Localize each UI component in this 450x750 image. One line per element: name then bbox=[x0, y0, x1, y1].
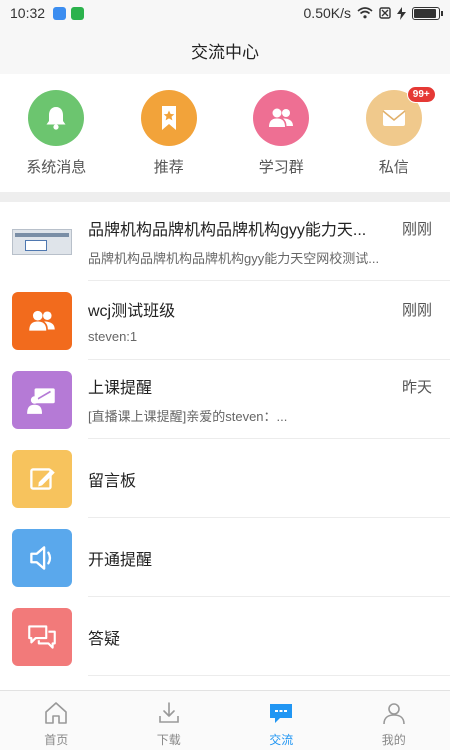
status-bar: 10:32 0.50K/s bbox=[0, 0, 450, 26]
group-icon bbox=[253, 90, 310, 146]
message-title: 品牌机构品牌机构品牌机构gyy能力天... bbox=[88, 222, 367, 239]
list-item[interactable]: wcj测试班级 刚刚 steven:1 bbox=[0, 281, 450, 360]
message-time: 昨天 bbox=[401, 378, 432, 396]
bottom-nav: 首页 下载 交流 我的 bbox=[0, 690, 450, 750]
message-time: 刚刚 bbox=[401, 301, 432, 319]
message-list: 品牌机构品牌机构品牌机构gyy能力天... 刚刚 品牌机构品牌机构品牌机构gyy… bbox=[0, 202, 450, 676]
edit-note-icon bbox=[12, 449, 72, 508]
mail-icon: 99+ bbox=[365, 86, 436, 146]
section-divider bbox=[0, 192, 450, 202]
list-item[interactable]: 留言板 bbox=[0, 439, 450, 518]
unread-badge: 99+ bbox=[406, 86, 436, 103]
profile-icon bbox=[382, 703, 405, 725]
network-speed: 0.50K/s bbox=[303, 5, 351, 21]
usb-icon bbox=[53, 6, 67, 20]
quick-label: 学习群 bbox=[258, 159, 304, 176]
message-title: 开通提醒 bbox=[88, 551, 153, 569]
chat-bubbles-icon bbox=[12, 607, 72, 666]
status-right: 0.50K/s bbox=[303, 5, 443, 21]
bell-icon bbox=[28, 90, 85, 146]
quick-label: 私信 bbox=[378, 159, 409, 176]
quick-system-messages[interactable]: 系统消息 bbox=[0, 74, 113, 192]
message-title: 上课提醒 bbox=[88, 380, 153, 397]
message-title: wcj测试班级 bbox=[88, 303, 176, 320]
list-item[interactable]: 答疑 bbox=[0, 597, 450, 676]
tab-label: 首页 bbox=[44, 733, 69, 747]
message-title: 留言板 bbox=[88, 472, 137, 490]
tab-chat[interactable]: 交流 bbox=[225, 691, 338, 750]
quick-label: 系统消息 bbox=[26, 159, 87, 176]
tab-label: 我的 bbox=[381, 733, 406, 747]
status-time: 10:32 bbox=[10, 5, 46, 21]
speaker-icon bbox=[12, 528, 72, 587]
tab-label: 交流 bbox=[269, 733, 294, 747]
tab-download[interactable]: 下载 bbox=[113, 691, 226, 750]
list-item[interactable]: 开通提醒 bbox=[0, 518, 450, 597]
app-notification-icon bbox=[71, 6, 85, 20]
page-title: 交流中心 bbox=[191, 42, 259, 62]
charging-icon bbox=[397, 6, 406, 20]
chat-icon bbox=[270, 704, 293, 723]
no-sim-icon bbox=[379, 7, 391, 19]
message-preview: 品牌机构品牌机构品牌机构gyy能力天空网校测试... bbox=[88, 251, 380, 266]
tab-label: 下载 bbox=[156, 733, 181, 747]
quick-study-group[interactable]: 学习群 bbox=[225, 74, 338, 192]
message-title: 答疑 bbox=[88, 630, 121, 648]
list-item[interactable]: 上课提醒 昨天 [直播课上课提醒]亲爱的steven：... bbox=[0, 360, 450, 439]
bookmark-star-icon bbox=[140, 90, 197, 146]
battery-icon bbox=[412, 6, 443, 20]
quick-entries: 系统消息 推荐 学习群 99+ 私信 bbox=[0, 74, 450, 192]
wifi-icon bbox=[357, 7, 373, 19]
quick-label: 推荐 bbox=[153, 159, 184, 176]
list-item[interactable]: 品牌机构品牌机构品牌机构gyy能力天... 刚刚 品牌机构品牌机构品牌机构gyy… bbox=[0, 202, 450, 281]
message-preview: steven:1 bbox=[88, 329, 138, 344]
message-preview: [直播课上课提醒]亲爱的steven：... bbox=[88, 409, 288, 424]
top-bar: 交流中心 bbox=[0, 26, 450, 74]
screenshot-thumbnail bbox=[12, 212, 72, 271]
tab-home[interactable]: 首页 bbox=[0, 691, 113, 750]
teacher-board-icon bbox=[12, 370, 72, 429]
group-icon bbox=[12, 291, 72, 350]
quick-recommend[interactable]: 推荐 bbox=[113, 74, 226, 192]
message-time: 刚刚 bbox=[401, 220, 432, 238]
home-icon bbox=[45, 702, 68, 724]
tab-profile[interactable]: 我的 bbox=[338, 691, 450, 750]
quick-private-message[interactable]: 99+ 私信 bbox=[338, 74, 450, 192]
download-icon bbox=[158, 702, 179, 723]
